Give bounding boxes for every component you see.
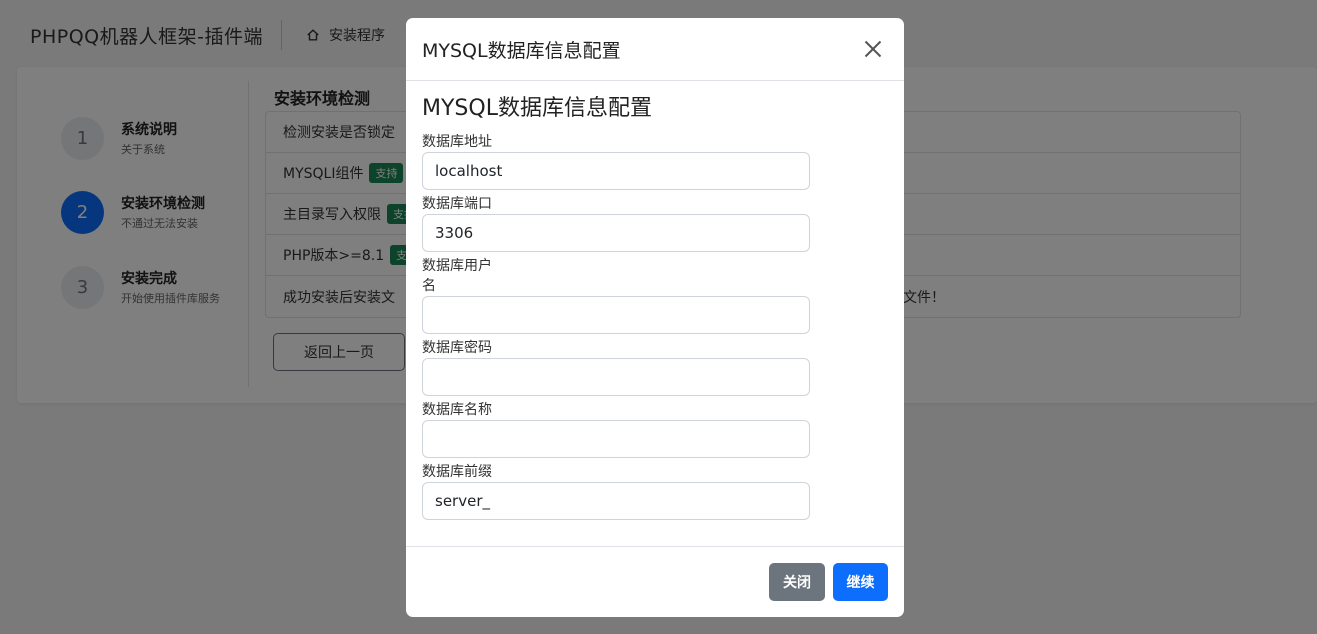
continue-button[interactable]: 继续 [833,563,888,601]
close-button[interactable]: 关闭 [769,563,825,601]
db-password-input[interactable] [422,358,810,396]
modal-body: MYSQL数据库信息配置 数据库地址 数据库端口 数据库用户名 数据库密码 数据… [406,81,904,546]
db-user-label: 数据库用户名 [422,258,492,294]
db-port-input[interactable] [422,214,810,252]
db-host-label: 数据库地址 [422,134,492,150]
mysql-config-modal: MYSQL数据库信息配置 MYSQL数据库信息配置 数据库地址 数据库端口 数据… [406,18,904,617]
close-icon[interactable] [858,34,888,64]
db-name-input[interactable] [422,420,810,458]
db-host-input[interactable] [422,152,810,190]
form-heading: MYSQL数据库信息配置 [422,96,652,121]
db-port-label: 数据库端口 [422,196,492,212]
db-name-label: 数据库名称 [422,402,492,418]
modal-title: MYSQL数据库信息配置 [422,39,621,62]
modal-header: MYSQL数据库信息配置 [406,18,904,81]
db-user-input[interactable] [422,296,810,334]
modal-footer: 关闭 继续 [406,546,904,617]
db-prefix-input[interactable] [422,482,810,520]
db-password-label: 数据库密码 [422,340,492,356]
db-prefix-label: 数据库前缀 [422,464,492,480]
